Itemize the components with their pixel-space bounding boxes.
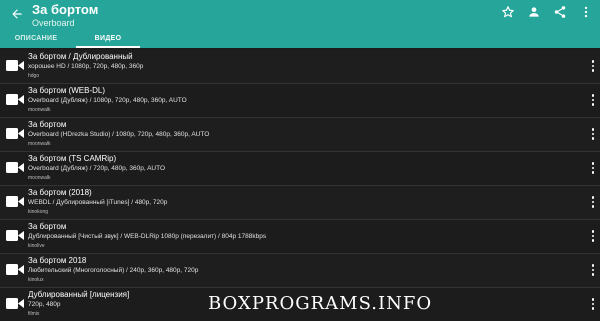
video-source: moonwalk [28,175,51,181]
video-title: За бортом [28,120,67,129]
video-quality: Overboard (HDrezka Studio) / 1080p, 720p… [28,131,210,138]
tab-description[interactable]: ОПИСАНИЕ [0,32,72,48]
toolbar-actions [500,4,594,20]
video-title: За бортом 2018 [28,256,87,265]
videocam-icon [6,230,24,241]
video-quality: Любительский (Многоголосный) / 240p, 360… [28,267,199,274]
app-bar: За бортом Overboard ОПИСАНИЕ ВИДЕО [0,0,600,48]
video-list-item[interactable]: За бортом Дублированный [Чистый звук] / … [0,220,600,254]
video-source: hdgo [28,73,40,79]
more-vert-icon[interactable] [588,58,598,74]
videocam-icon [6,298,24,309]
videocam-icon [6,94,24,105]
videocam-icon [6,264,24,275]
video-source: moonwalk [28,141,51,147]
video-list-item[interactable]: За бортом 2018 Любительский (Многоголосн… [0,254,600,288]
video-quality: 720p, 480p [28,301,61,308]
video-source: kinolive [28,243,45,249]
back-arrow-icon[interactable] [6,4,28,24]
video-source: kinokong [28,209,49,215]
person-icon[interactable] [526,4,542,20]
video-source: filmix [28,311,40,317]
more-vert-icon[interactable] [588,126,598,142]
more-vert-icon[interactable] [588,160,598,176]
video-list-item[interactable]: За бортом / Дублированный хорошее HD / 1… [0,50,600,84]
videocam-icon [6,128,24,139]
watermark: BOXPROGRAMS.INFO [208,293,433,314]
videocam-icon [6,60,24,71]
video-quality: Overboard (Дубляж) / 720p, 480p, 360p, A… [28,165,166,172]
more-vert-icon[interactable] [588,262,598,278]
page-subtitle: Overboard [32,18,75,28]
video-list-item[interactable]: За бортом Overboard (HDrezka Studio) / 1… [0,118,600,152]
video-quality: Дублированный [Чистый звук] / WEB-DLRip … [28,233,267,240]
video-quality: хорошее HD / 1080p, 720p, 480p, 360p [28,63,144,70]
tab-video[interactable]: ВИДЕО [72,32,144,48]
video-title: За бортом (TS CAMRip) [28,154,117,163]
more-vert-icon[interactable] [588,92,598,108]
video-source: moonwalk [28,107,51,113]
video-list: За бортом / Дублированный хорошее HD / 1… [0,50,600,321]
videocam-icon [6,162,24,173]
video-title: За бортом (2018) [28,188,92,197]
video-title: Дублированный [лицензия] [28,290,130,299]
video-quality: WEBDL / Дублированный [iTunes] / 480p, 7… [28,199,168,206]
more-vert-icon[interactable] [588,228,598,244]
video-list-item[interactable]: За бортом (2018) WEBDL / Дублированный [… [0,186,600,220]
video-list-item[interactable]: За бортом (WEB-DL) Overboard (Дубляж) / … [0,84,600,118]
video-title: За бортом (WEB-DL) [28,86,105,95]
page-title: За бортом [32,2,99,17]
more-vert-icon[interactable] [588,194,598,210]
video-quality: Overboard (Дубляж) / 1080p, 720p, 480p, … [28,97,187,104]
star-outline-icon[interactable] [500,4,516,20]
tab-bar: ОПИСАНИЕ ВИДЕО [0,32,144,48]
video-title: За бортом / Дублированный [28,52,133,61]
videocam-icon [6,196,24,207]
video-title: За бортом [28,222,67,231]
more-vert-icon[interactable] [588,296,598,312]
video-list-item[interactable]: За бортом (TS CAMRip) Overboard (Дубляж)… [0,152,600,186]
share-icon[interactable] [552,4,568,20]
more-vert-icon[interactable] [578,4,594,20]
video-source: kinolux [28,277,44,283]
